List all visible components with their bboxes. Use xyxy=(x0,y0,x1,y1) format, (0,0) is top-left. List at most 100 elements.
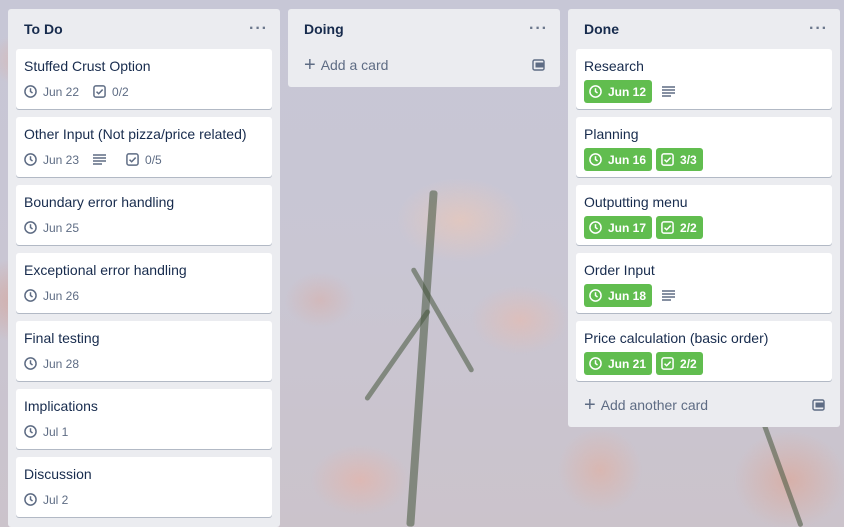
list-doing: Doing ··· + Add a card xyxy=(288,9,560,87)
list-header: Done ··· xyxy=(568,9,840,49)
card-title: Boundary error handling xyxy=(24,194,175,210)
description-icon xyxy=(93,148,112,171)
card-title: Outputting menu xyxy=(584,194,688,210)
checklist-text: 2/2 xyxy=(680,356,697,371)
due-date-text: Jun 26 xyxy=(43,288,80,303)
card[interactable]: Price calculation (basic order) Jun 21 2… xyxy=(576,321,832,381)
plus-icon: + xyxy=(304,54,316,76)
clock-icon xyxy=(24,493,37,506)
card[interactable]: Outputting menu Jun 17 2/2 xyxy=(576,185,832,245)
card-badges: Jun 21 2/2 xyxy=(584,352,824,375)
card[interactable]: Planning Jun 16 3/3 xyxy=(576,117,832,177)
card-badges: Jun 25 xyxy=(24,216,264,239)
clock-icon xyxy=(24,221,37,234)
due-date-text: Jun 23 xyxy=(43,152,80,167)
card[interactable]: Boundary error handling Jun 25 xyxy=(16,185,272,245)
card-badges: Jul 2 xyxy=(24,488,264,511)
card-title: Order Input xyxy=(584,262,655,278)
clock-icon xyxy=(24,289,37,302)
due-date-text: Jun 25 xyxy=(43,220,80,235)
checkbox-icon xyxy=(126,153,139,166)
due-date-badge: Jun 25 xyxy=(24,216,79,239)
due-date-badge: Jun 26 xyxy=(24,284,79,307)
list-title: To Do xyxy=(24,21,63,37)
due-date-complete-badge: Jun 18 xyxy=(584,284,653,307)
card-template-icon[interactable] xyxy=(532,58,546,72)
board: To Do ··· Stuffed Crust Option Jun 22 0/… xyxy=(0,0,844,527)
due-date-complete-badge: Jun 17 xyxy=(584,216,653,239)
due-date-text: Jul 1 xyxy=(43,424,69,439)
card[interactable]: Other Input (Not pizza/price related) Ju… xyxy=(16,117,272,177)
due-date-badge: Jun 22 xyxy=(24,80,79,103)
due-date-text: Jun 12 xyxy=(608,84,647,99)
card-badges: Jun 18 xyxy=(584,284,824,307)
due-date-text: Jun 21 xyxy=(608,356,647,371)
card-badges: Jun 28 xyxy=(24,352,264,375)
due-date-text: Jun 16 xyxy=(608,152,647,167)
card-badges: Jun 16 3/3 xyxy=(584,148,824,171)
clock-icon xyxy=(589,357,602,370)
checklist-text: 2/2 xyxy=(680,220,697,235)
card-title: Research xyxy=(584,58,644,74)
due-date-text: Jun 18 xyxy=(608,288,647,303)
add-card-label: Add another card xyxy=(600,397,709,413)
clock-icon xyxy=(24,357,37,370)
add-card-button[interactable]: + Add a card xyxy=(296,49,552,81)
checkbox-icon xyxy=(93,85,106,98)
checkbox-icon xyxy=(661,357,674,370)
card[interactable]: Research Jun 12 xyxy=(576,49,832,109)
list-menu-icon[interactable]: ··· xyxy=(249,21,268,37)
card[interactable]: Final testing Jun 28 xyxy=(16,321,272,381)
list-header: Doing ··· xyxy=(288,9,560,49)
card-badges: Jun 17 2/2 xyxy=(584,216,824,239)
list-header: To Do ··· xyxy=(8,9,280,49)
card[interactable]: Exceptional error handling Jun 26 xyxy=(16,253,272,313)
due-date-badge: Jul 1 xyxy=(24,420,68,443)
description-icon xyxy=(662,86,676,97)
description-icon xyxy=(662,290,676,301)
clock-icon xyxy=(589,85,602,98)
list-title: Done xyxy=(584,21,619,37)
card[interactable]: Stuffed Crust Option Jun 22 0/2 xyxy=(16,49,272,109)
checklist-badge: 0/5 xyxy=(126,148,162,171)
card-title: Discussion xyxy=(24,466,92,482)
card-title: Implications xyxy=(24,398,98,414)
due-date-complete-badge: Jun 12 xyxy=(584,80,653,103)
due-date-badge: Jun 28 xyxy=(24,352,79,375)
checkbox-icon xyxy=(661,153,674,166)
card-badges: Jun 23 0/5 xyxy=(24,148,264,171)
due-date-text: Jun 28 xyxy=(43,356,80,371)
card-badges: Jun 22 0/2 xyxy=(24,80,264,103)
card-title: Other Input (Not pizza/price related) xyxy=(24,126,247,142)
add-card-label: Add a card xyxy=(320,57,389,73)
checklist-badge: 0/2 xyxy=(93,80,129,103)
checklist-text: 3/3 xyxy=(680,152,697,167)
card-title: Planning xyxy=(584,126,639,142)
due-date-text: Jul 2 xyxy=(43,492,69,507)
clock-icon xyxy=(24,425,37,438)
card-title: Final testing xyxy=(24,330,100,346)
card-template-icon[interactable] xyxy=(812,398,826,412)
card-badges: Jun 26 xyxy=(24,284,264,307)
card-title: Price calculation (basic order) xyxy=(584,330,769,346)
list-menu-icon[interactable]: ··· xyxy=(809,21,828,37)
checklist-text: 0/5 xyxy=(145,152,162,167)
clock-icon xyxy=(24,153,37,166)
card[interactable]: Order Input Jun 18 xyxy=(576,253,832,313)
add-another-card-button[interactable]: + Add another card xyxy=(576,389,832,421)
checklist-complete-badge: 2/2 xyxy=(656,352,703,375)
due-date-complete-badge: Jun 16 xyxy=(584,148,653,171)
list-done: Done ··· Research Jun 12 Planning Jun 16 xyxy=(568,9,840,427)
list-title: Doing xyxy=(304,21,344,37)
clock-icon xyxy=(589,153,602,166)
list-todo: To Do ··· Stuffed Crust Option Jun 22 0/… xyxy=(8,9,280,527)
card-badges: Jun 12 xyxy=(584,80,824,103)
card[interactable]: Implications Jul 1 xyxy=(16,389,272,449)
plus-icon: + xyxy=(584,394,596,416)
card[interactable]: Discussion Jul 2 xyxy=(16,457,272,517)
checklist-complete-badge: 3/3 xyxy=(656,148,703,171)
clock-icon xyxy=(24,85,37,98)
list-menu-icon[interactable]: ··· xyxy=(529,21,548,37)
checklist-text: 0/2 xyxy=(112,84,129,99)
clock-icon xyxy=(589,289,602,302)
